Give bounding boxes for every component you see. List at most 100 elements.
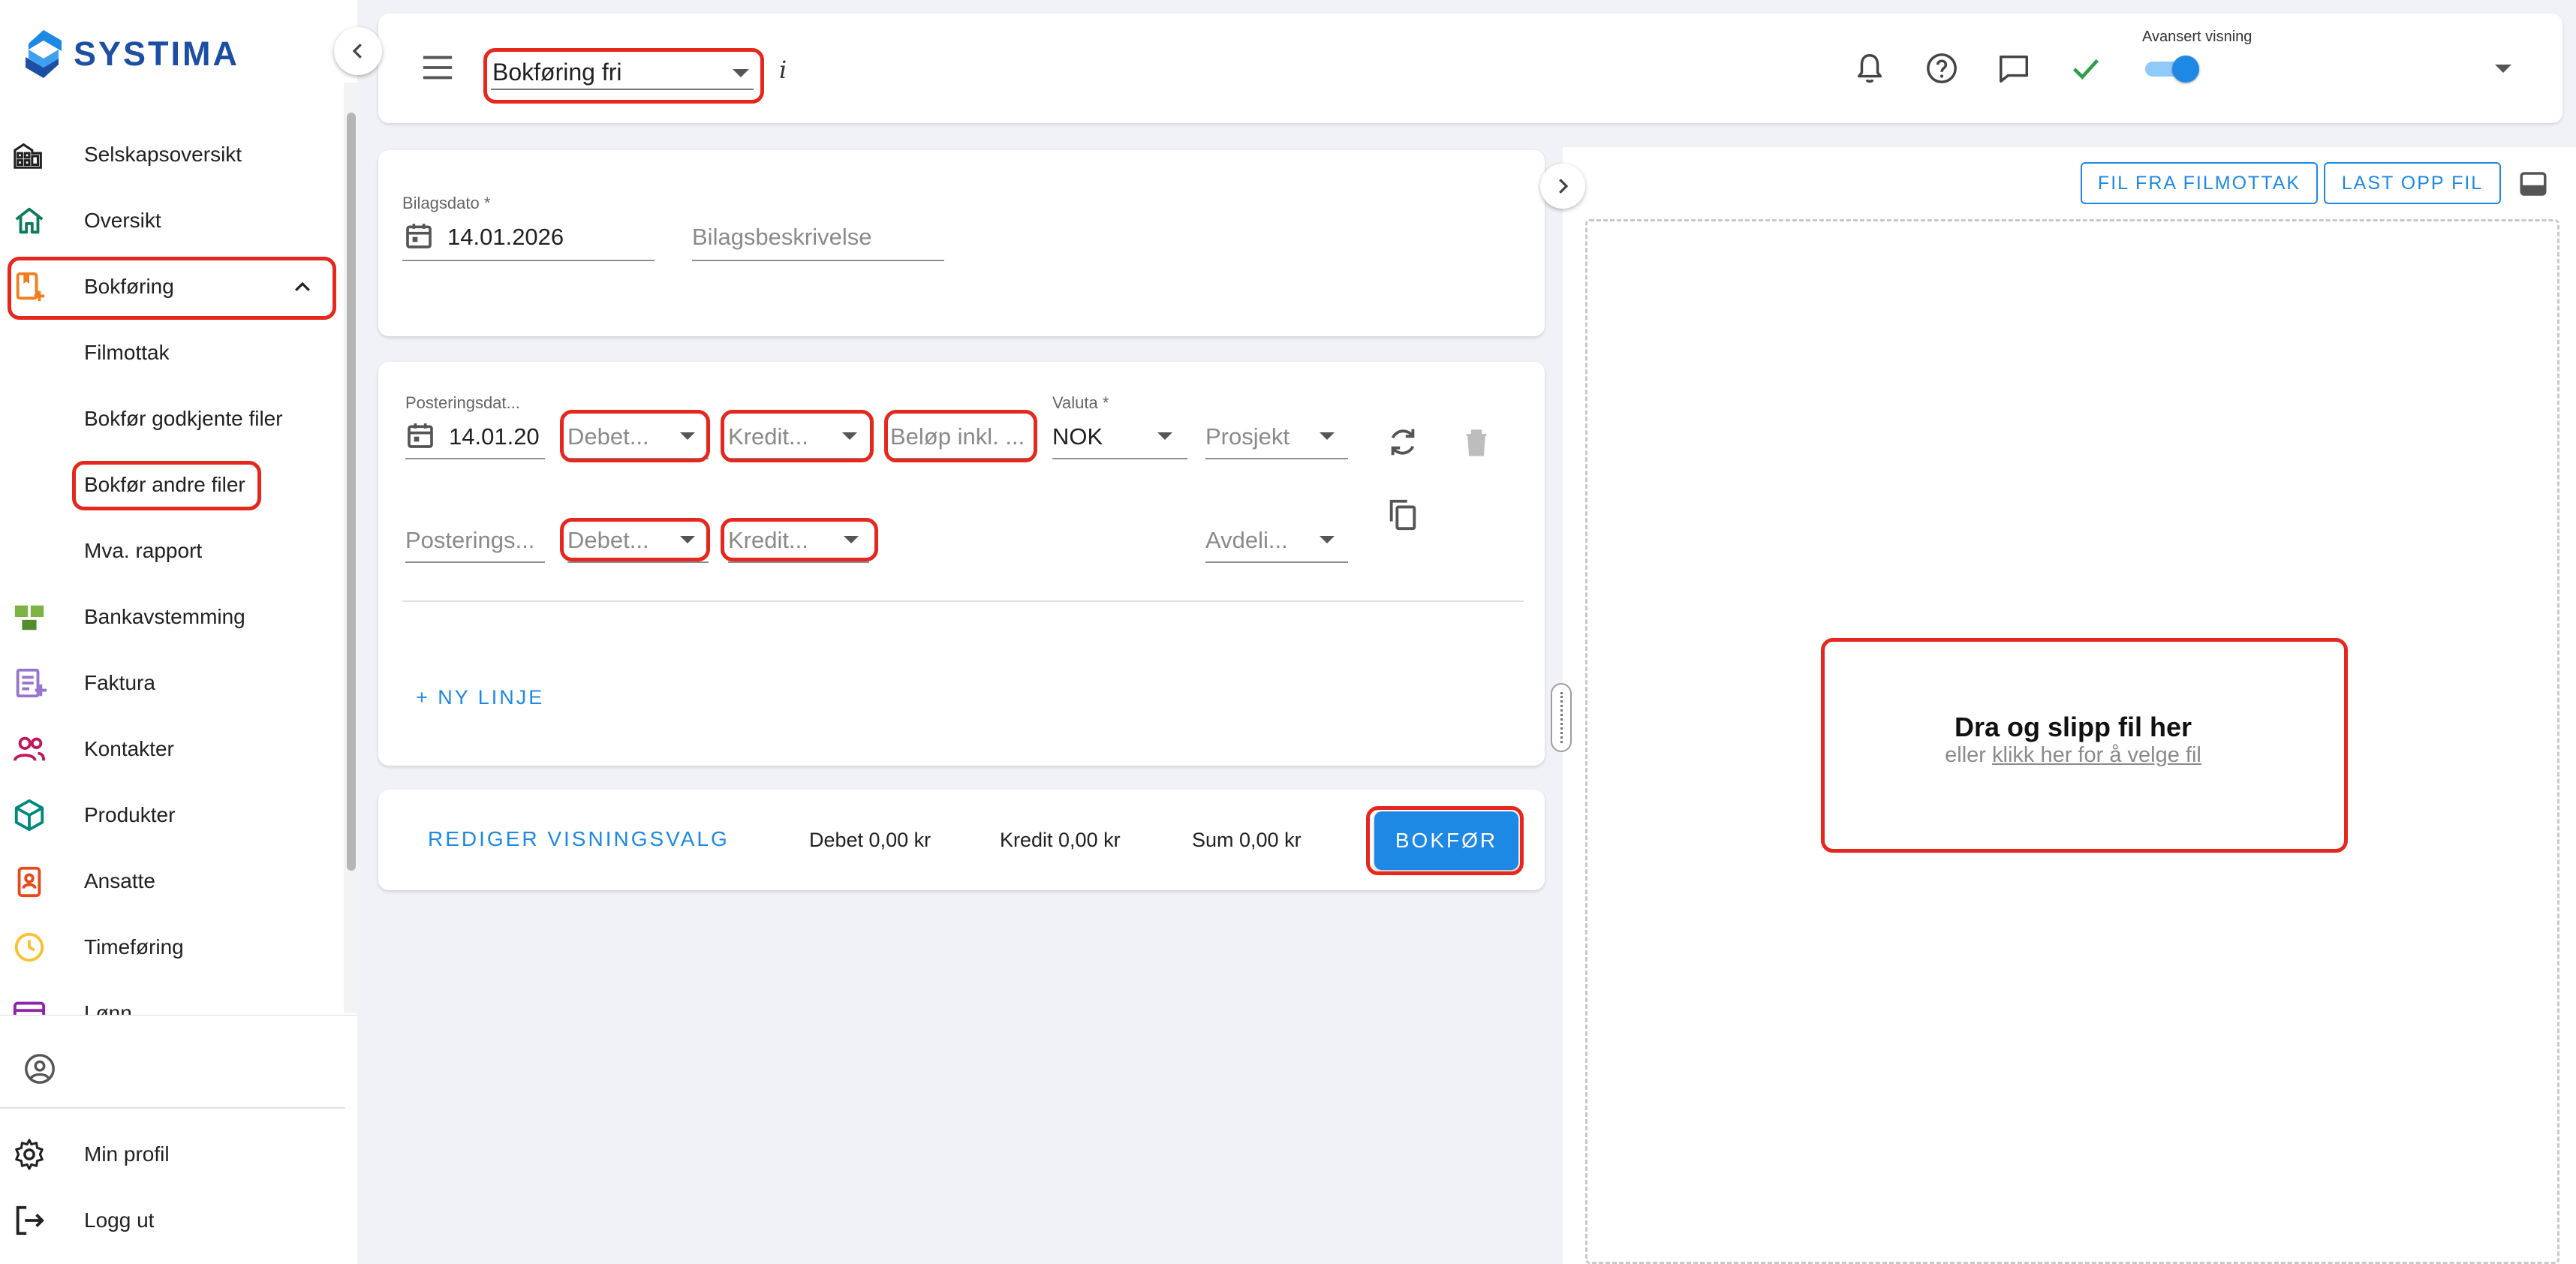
panel-resize-handle[interactable] — [1551, 683, 1572, 752]
drop-zone-prefix: eller — [1945, 743, 1993, 767]
bank-reconcile-icon — [11, 598, 48, 636]
ledger-add-icon — [11, 268, 48, 305]
debet-vat-select[interactable]: Debet... — [567, 527, 649, 554]
clock-icon — [11, 928, 48, 966]
invoice-icon — [11, 664, 48, 702]
employee-badge-icon — [11, 862, 48, 900]
voucher-header-card: Bilagsdato * 14.01.2026 Bilagsbeskrivels… — [378, 150, 1545, 336]
drop-zone-subtitle: eller klikk her for å velge fil — [1825, 743, 2321, 768]
calendar-icon[interactable] — [404, 221, 434, 251]
document-type-select[interactable]: Bokføring fri — [492, 59, 621, 86]
posting-text-input[interactable]: Posterings... — [405, 527, 534, 554]
caret-down-icon[interactable] — [733, 69, 749, 77]
choose-file-link[interactable]: klikk her for å velge fil — [1992, 743, 2201, 767]
book-button[interactable]: BOKFØR — [1374, 811, 1518, 870]
product-box-icon — [11, 796, 48, 834]
sidebar-subitem-mva-rapport[interactable]: Mva. rapport — [0, 521, 338, 581]
checkmark-icon — [2067, 50, 2105, 87]
sidebar-item-ansatte[interactable]: Ansatte — [0, 851, 338, 911]
chevron-up-icon[interactable] — [291, 276, 314, 299]
caret-down-icon[interactable] — [1320, 536, 1335, 543]
field-underline — [1052, 458, 1187, 459]
sidebar-item-label: Selskapsoversikt — [84, 143, 242, 166]
sidebar-item-timeforing[interactable]: Timeføring — [0, 917, 338, 977]
debet-total: Debet 0,00 kr — [809, 829, 931, 851]
copy-icon[interactable] — [1386, 497, 1420, 531]
sidebar-item-label: Logg ut — [84, 1208, 155, 1232]
caret-down-icon[interactable] — [680, 432, 695, 440]
help-icon[interactable] — [1923, 50, 1961, 87]
systima-logo[interactable]: SYSTIMA — [23, 29, 239, 80]
project-select[interactable]: Prosjekt — [1205, 423, 1290, 450]
file-from-inbox-button[interactable]: FIL FRA FILMOTTAK — [2081, 162, 2318, 204]
sidebar: SYSTIMA Selskapsoversikt Oversikt Bokfør… — [0, 0, 359, 1264]
sidebar-subitem-label: Mva. rapport — [84, 539, 203, 562]
sidebar-item-logg-ut[interactable]: Logg ut — [0, 1190, 338, 1250]
drop-zone-title: Dra og slipp fil her — [1954, 712, 2192, 742]
kredit-vat-select[interactable]: Kredit... — [728, 527, 808, 554]
calendar-icon[interactable] — [405, 420, 435, 450]
sidebar-item-oversikt[interactable]: Oversikt — [0, 191, 338, 251]
debet-account-select[interactable]: Debet... — [567, 423, 649, 450]
brand-name: SYSTIMA — [74, 35, 240, 73]
expand-panel-button[interactable] — [1540, 164, 1585, 209]
posting-date-label: Posteringsdat... — [405, 393, 520, 412]
chat-icon[interactable] — [1995, 50, 2033, 87]
sidebar-subitem-label: Bokfør andre filer — [84, 473, 245, 496]
voucher-date-label: Bilagsdato * — [402, 194, 491, 212]
amount-input[interactable]: Beløp inkl. ... — [890, 423, 1025, 450]
field-underline — [1205, 561, 1348, 563]
posting-date-input[interactable]: 14.01.20 — [449, 423, 540, 450]
department-select[interactable]: Avdeli... — [1205, 527, 1288, 554]
systima-logo-icon — [26, 30, 62, 78]
field-underline — [405, 458, 545, 459]
drag-dots-icon — [1560, 692, 1563, 743]
advanced-view-toggle[interactable] — [2142, 56, 2202, 83]
home-icon — [11, 202, 48, 239]
field-underline — [567, 561, 709, 563]
upload-file-button[interactable]: LAST OPP FIL — [2324, 162, 2501, 204]
sidebar-subitem-bokfor-andre-filer[interactable]: Bokfør andre filer — [0, 455, 338, 515]
info-icon[interactable]: i — [779, 56, 787, 84]
sidebar-subitem-bokfor-godkjente-filer[interactable]: Bokfør godkjente filer — [0, 389, 338, 449]
sidebar-item-selskapsoversikt[interactable]: Selskapsoversikt — [0, 125, 338, 185]
sidebar-item-label: Oversikt — [84, 209, 161, 232]
caret-down-icon[interactable] — [842, 432, 857, 440]
hamburger-menu-icon[interactable] — [420, 53, 455, 83]
field-underline — [728, 458, 869, 459]
sidebar-item-min-profil[interactable]: Min profil — [0, 1124, 338, 1184]
caret-down-icon[interactable] — [680, 536, 695, 543]
chevron-right-icon — [1559, 179, 1569, 194]
caret-down-icon[interactable] — [844, 536, 859, 543]
sidebar-item-label: Min profil — [84, 1142, 170, 1166]
collapse-sidebar-button[interactable] — [334, 27, 382, 75]
currency-select[interactable]: NOK — [1052, 423, 1103, 450]
sidebar-item-produkter[interactable]: Produkter — [0, 785, 338, 845]
bell-icon[interactable] — [1851, 50, 1888, 87]
caret-down-icon[interactable] — [2495, 65, 2511, 73]
field-underline — [402, 260, 655, 261]
edit-view-options-button[interactable]: REDIGER VISNINGSVALG — [428, 827, 730, 851]
toggle-thumb — [2172, 56, 2199, 83]
sidebar-subitem-label: Filmottak — [84, 341, 170, 364]
caret-down-icon[interactable] — [1320, 432, 1335, 440]
sidebar-item-faktura[interactable]: Faktura — [0, 653, 338, 713]
refresh-icon[interactable] — [1386, 425, 1420, 459]
field-underline — [567, 458, 709, 459]
sidebar-item-label: Produkter — [84, 803, 176, 826]
sidebar-scrollbar[interactable] — [347, 113, 356, 871]
caret-down-icon[interactable] — [1157, 432, 1172, 440]
sidebar-item-bankavstemming[interactable]: Bankavstemming — [0, 587, 338, 647]
sidebar-item-kontakter[interactable]: Kontakter — [0, 719, 338, 779]
sidebar-subitem-filmottak[interactable]: Filmottak — [0, 323, 338, 383]
sidebar-item-bokforing[interactable]: Bokføring — [0, 257, 338, 317]
account-circle-icon[interactable] — [23, 1052, 57, 1086]
panel-layout-icon[interactable] — [2517, 168, 2549, 200]
add-line-button[interactable]: + NY LINJE — [416, 686, 544, 709]
voucher-date-input[interactable]: 14.01.2026 — [447, 224, 564, 251]
voucher-description-input[interactable]: Bilagsbeskrivelse — [692, 224, 872, 251]
sidebar-item-label: Bokføring — [84, 275, 174, 298]
sidebar-item-label: Timeføring — [84, 935, 184, 959]
trash-icon[interactable] — [1459, 425, 1494, 459]
kredit-account-select[interactable]: Kredit... — [728, 423, 808, 450]
